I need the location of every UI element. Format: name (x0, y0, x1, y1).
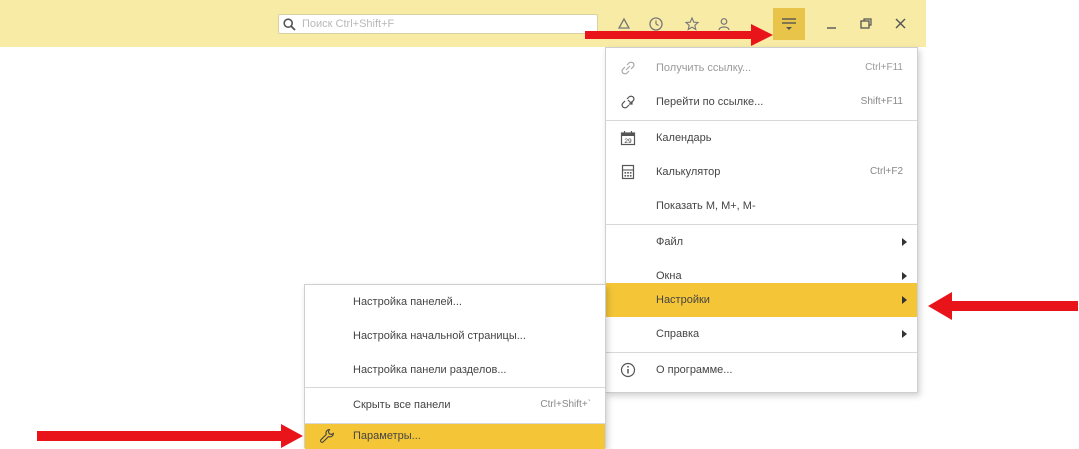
menu-item-label: Скрыть все панели (353, 399, 451, 411)
menu-item-file[interactable]: Файл (606, 225, 917, 259)
submenu-item-panel-settings[interactable]: Настройка панелей... (305, 285, 605, 319)
link-icon (621, 61, 635, 75)
search-icon (283, 17, 296, 31)
wrench-icon (320, 428, 334, 443)
goto-link-icon (621, 95, 635, 109)
menu-item-label: Настройка панелей... (353, 296, 462, 308)
submenu-item-parameters[interactable]: Параметры... (305, 424, 605, 449)
menu-item-calculator[interactable]: Калькулятор Ctrl+F2 (606, 155, 917, 189)
menu-item-label: Настройка начальной страницы... (353, 330, 526, 342)
settings-submenu: Настройка панелей... Настройка начальной… (304, 284, 606, 449)
menu-item-help[interactable]: Справка (606, 317, 917, 351)
menu-item-label: Калькулятор (656, 166, 721, 178)
calendar-icon-day: 29 (624, 138, 632, 145)
main-menu: Получить ссылку... Ctrl+F11 Перейти по с… (605, 47, 918, 393)
menu-item-calendar[interactable]: 29 Календарь (606, 121, 917, 155)
submenu-arrow-icon (902, 296, 907, 304)
menu-item-label: Настройка панели разделов... (353, 364, 507, 376)
menu-item-shortcut: Shift+F11 (860, 96, 903, 107)
menu-item-about[interactable]: О программе... (606, 353, 917, 387)
main-menu-icon (782, 18, 796, 30)
search-box[interactable] (278, 14, 598, 34)
red-arrow-icon (37, 424, 303, 448)
menu-item-label: Справка (656, 328, 700, 340)
submenu-arrow-icon (902, 330, 907, 338)
menu-item-label: Файл (656, 236, 684, 248)
minimize-icon[interactable] (822, 14, 842, 34)
menu-item-label: Календарь (656, 132, 712, 144)
menu-item-get-link[interactable]: Получить ссылку... Ctrl+F11 (606, 51, 917, 85)
title-bar (0, 0, 926, 47)
calendar-icon: 29 (620, 131, 636, 146)
close-icon[interactable] (891, 14, 911, 34)
menu-item-label: Показать M, M+, M- (656, 200, 756, 212)
menu-item-label: Получить ссылку... (656, 62, 752, 74)
submenu-arrow-icon (902, 272, 907, 280)
submenu-arrow-icon (902, 238, 907, 246)
restore-icon[interactable] (856, 14, 876, 34)
submenu-item-start-page-settings[interactable]: Настройка начальной страницы... (305, 319, 605, 353)
red-arrow-icon (585, 24, 773, 46)
info-icon (620, 362, 636, 378)
menu-item-shortcut: Ctrl+F2 (869, 166, 903, 177)
menu-item-label: Параметры... (353, 430, 421, 442)
menu-item-label: О программе... (656, 364, 733, 376)
menu-item-label: Настройки (656, 294, 710, 306)
menu-item-goto-link[interactable]: Перейти по ссылке... Shift+F11 (606, 85, 917, 119)
menu-item-show-memory[interactable]: Показать M, M+, M- (606, 189, 917, 223)
calculator-icon (621, 164, 635, 180)
menu-item-settings[interactable]: Настройки (606, 283, 917, 317)
submenu-item-hide-all-panels[interactable]: Скрыть все панели Ctrl+Shift+` (305, 388, 605, 422)
menu-item-label: Окна (656, 270, 682, 282)
main-menu-button[interactable] (773, 8, 805, 40)
menu-item-label: Перейти по ссылке... (656, 96, 764, 108)
search-input[interactable] (300, 17, 594, 31)
menu-item-shortcut: Ctrl+Shift+` (540, 399, 591, 410)
submenu-item-sections-panel-settings[interactable]: Настройка панели разделов... (305, 353, 605, 387)
menu-item-shortcut: Ctrl+F11 (865, 62, 903, 73)
red-arrow-icon (928, 292, 1078, 320)
